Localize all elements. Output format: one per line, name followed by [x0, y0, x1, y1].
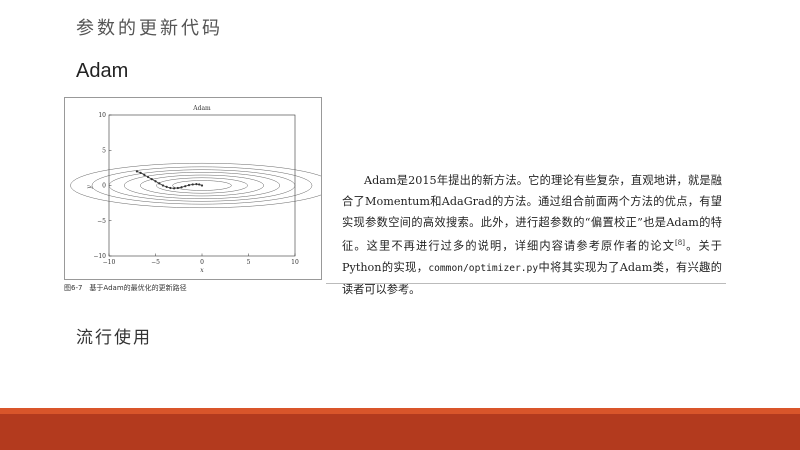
slide-title: 参数的更新代码: [76, 18, 223, 39]
chart-title: Adam: [192, 105, 211, 112]
figure-frame: Adam −10 −5 0 5 10 −10 −5 0 5 10 x y: [64, 97, 334, 280]
path-point: [176, 186, 179, 190]
y-tick-label: 5: [102, 147, 106, 154]
x-tick-label: 5: [247, 259, 251, 266]
contour-lines: [70, 162, 334, 209]
path-point: [195, 182, 198, 186]
y-axis-label: y: [86, 185, 93, 190]
path-point: [154, 180, 157, 183]
x-tick-label: −5: [151, 259, 160, 266]
path-point: [191, 183, 194, 186]
path-point: [173, 187, 176, 190]
path-point: [143, 173, 146, 177]
x-tick-label: −10: [103, 259, 116, 266]
path-point: [200, 184, 204, 187]
path-point: [139, 171, 142, 174]
x-axis-label: x: [200, 267, 204, 274]
path-point: [165, 185, 168, 189]
path-point: [180, 186, 183, 189]
path-point: [184, 185, 187, 188]
path-point: [187, 184, 191, 187]
adam-chart: Adam −10 −5 0 5 10 −10 −5 0 5 10 x y: [70, 105, 334, 274]
path-point: [158, 182, 161, 185]
figure-caption: 图6-7 基于Adam的最优化的更新路径: [64, 284, 187, 292]
text-rule: [326, 283, 726, 284]
path-point: [135, 170, 138, 173]
paragraph-text-1: Adam是2015年提出的新方法。它的理论有些复杂，直观地讲，就是融合了Mome…: [342, 174, 722, 253]
path-point: [146, 175, 150, 179]
x-tick-label: 10: [291, 259, 299, 266]
x-axis-ticks: −10 −5 0 5 10: [103, 253, 299, 266]
citation: [8]: [675, 239, 685, 247]
code-path: common/optimizer.py: [428, 262, 539, 274]
footer-band-accent: [0, 408, 800, 414]
optimization-path: [135, 170, 204, 190]
path-point: [161, 184, 165, 187]
path-point: [169, 186, 172, 190]
path-point: [150, 178, 153, 181]
y-tick-label: 10: [98, 112, 106, 119]
y-tick-label: −10: [93, 253, 106, 260]
y-tick-label: −5: [97, 218, 106, 225]
y-tick-label: 0: [102, 183, 106, 190]
section-heading: Adam: [76, 60, 129, 82]
path-point: [198, 183, 201, 186]
x-tick-label: 0: [200, 259, 204, 266]
bottom-heading: 流行使用: [76, 328, 152, 348]
footer-band: [0, 408, 800, 450]
body-paragraph: Adam是2015年提出的新方法。它的理论有些复杂，直观地讲，就是融合了Mome…: [342, 170, 722, 300]
path-line: [136, 171, 203, 189]
